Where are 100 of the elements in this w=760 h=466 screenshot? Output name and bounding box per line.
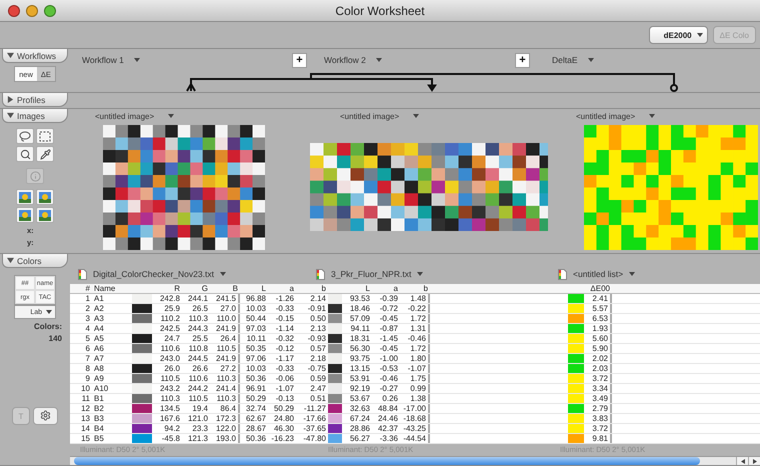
- zoom-button[interactable]: [44, 4, 56, 16]
- table-cell-text: A4: [93, 324, 105, 333]
- table-cell-text: 244.3: [186, 324, 209, 333]
- table-cell: 9.81: [584, 434, 612, 443]
- image-popup[interactable]: <untitled image>: [95, 109, 174, 123]
- workflow-popup[interactable]: DeltaE: [552, 55, 672, 65]
- workflow-popup[interactable]: Workflow 1: [82, 55, 292, 65]
- column-header[interactable]: R: [152, 284, 182, 293]
- image-icon: [39, 210, 51, 220]
- table-cell-text: -45.8: [160, 434, 181, 443]
- image-icon: [39, 192, 51, 202]
- table-cell-text: -0.91: [306, 304, 327, 313]
- table-cell-text: 121.3: [186, 434, 209, 443]
- image-view-button[interactable]: [36, 189, 54, 205]
- column-header[interactable]: a: [268, 284, 296, 293]
- table-cell-text: 110.2: [160, 314, 181, 323]
- table-cell-text: 28.67: [244, 424, 267, 433]
- section-tab[interactable]: Profiles: [2, 93, 68, 107]
- table-cell-text: B1: [93, 394, 105, 403]
- table-cell-text: -17.66: [302, 414, 327, 423]
- column-header[interactable]: b: [296, 284, 328, 293]
- image-view-button[interactable]: [36, 207, 54, 223]
- column-header[interactable]: b: [400, 284, 430, 293]
- table-cell-text: A3: [93, 314, 105, 323]
- table-cell: 3.34: [584, 384, 612, 393]
- add-button[interactable]: +: [515, 52, 530, 68]
- table-cell-text: B5: [93, 434, 105, 443]
- table-cell-text: -0.93: [306, 334, 327, 343]
- table-cell-text: 110.8: [188, 344, 209, 353]
- table-cell-text: 10.03: [244, 364, 267, 373]
- file-popup[interactable]: Digital_ColorChecker_Nov23.txt: [78, 264, 226, 284]
- column-header[interactable]: #: [70, 284, 92, 293]
- image-popup[interactable]: <untitled image>: [576, 109, 656, 123]
- file-popup[interactable]: 3_Pkr_Fluor_NPR.txt: [316, 264, 424, 284]
- table-cell-text: 12: [80, 404, 91, 413]
- table-cell-text: 110.5: [188, 394, 209, 403]
- close-button[interactable]: [8, 4, 20, 16]
- table-cell-text: 244.5: [186, 354, 209, 363]
- marquee-tool[interactable]: [36, 128, 54, 144]
- table-cell: 26.4: [210, 334, 240, 343]
- table-cell: 1.72: [400, 344, 430, 353]
- table-cell-text: 10.03: [244, 304, 267, 313]
- info-icon: [30, 170, 40, 182]
- table-cell-text: 56.27: [348, 434, 371, 443]
- table-cell-text: -1.00: [378, 354, 399, 363]
- caret-icon: [629, 272, 636, 276]
- document-icon: [316, 268, 325, 280]
- table-cell: 241.9: [210, 354, 240, 363]
- table-cell-text: 2.18: [309, 354, 327, 363]
- section-tab[interactable]: Colors: [2, 254, 68, 268]
- column-header[interactable]: Name: [92, 284, 132, 293]
- table-cell-text: 2.13: [309, 324, 327, 333]
- settings-button[interactable]: [33, 407, 58, 425]
- metric-popup[interactable]: dE2000: [648, 26, 708, 44]
- column-header[interactable]: ΔE00: [584, 284, 612, 293]
- table-cell: 1.75: [400, 374, 430, 383]
- scroll-right-button[interactable]: [748, 457, 760, 465]
- scroll-left-button[interactable]: [736, 457, 748, 465]
- image-view-button[interactable]: [16, 207, 34, 223]
- workflow-popup[interactable]: Workflow 2: [324, 55, 515, 65]
- table-cell-text: 50.29: [272, 404, 295, 413]
- caret-icon: [46, 310, 52, 314]
- table-cell-text: -0.45: [378, 314, 399, 323]
- arrow-right-icon: [752, 458, 756, 464]
- lasso-tool[interactable]: [16, 128, 34, 144]
- table-cell-text: A7: [93, 354, 105, 363]
- column-header[interactable]: a: [372, 284, 400, 293]
- table-cell-text: 110.6: [160, 344, 181, 353]
- image-icon: [19, 192, 31, 202]
- scrollbar-thumb[interactable]: [74, 457, 700, 465]
- minimize-button[interactable]: [26, 4, 38, 16]
- column-header[interactable]: B: [210, 284, 240, 293]
- zoom-tool[interactable]: [16, 146, 34, 162]
- caret-icon: [696, 33, 703, 37]
- add-button[interactable]: +: [292, 52, 307, 68]
- table-cell-text: 1: [84, 294, 91, 303]
- table-cell: -17.00: [400, 404, 430, 413]
- table-cell-text: 243.0: [158, 354, 181, 363]
- file-popup[interactable]: <untitled list>: [558, 264, 636, 284]
- table-cell-text: 25.5: [191, 334, 209, 343]
- table-cell: 172.3: [210, 414, 240, 423]
- section-tab[interactable]: Workflows: [2, 49, 68, 63]
- section-tab[interactable]: Images: [2, 109, 68, 123]
- table-cell: 110.5: [210, 344, 240, 353]
- table-cell-text: 6: [84, 344, 91, 353]
- table-cell-text: 2.47: [309, 384, 327, 393]
- table-cell-text: 0.59: [309, 374, 327, 383]
- table-cell: 5.57: [584, 304, 612, 313]
- table-cell: -0.46: [400, 334, 430, 343]
- table-cell-text: 10: [80, 384, 91, 393]
- table-cell-text: A9: [93, 374, 105, 383]
- table-cell-text: -16.23: [270, 434, 295, 443]
- image-view-button[interactable]: [16, 189, 34, 205]
- image-popup[interactable]: <untitled image>: [340, 109, 420, 123]
- column-header[interactable]: G: [182, 284, 210, 293]
- column-header[interactable]: L: [240, 284, 268, 293]
- eyedropper-tool[interactable]: [36, 146, 54, 162]
- column-header[interactable]: L: [342, 284, 372, 293]
- table-cell-text: 93.53: [348, 294, 371, 303]
- table-cell-text: 97.06: [244, 354, 267, 363]
